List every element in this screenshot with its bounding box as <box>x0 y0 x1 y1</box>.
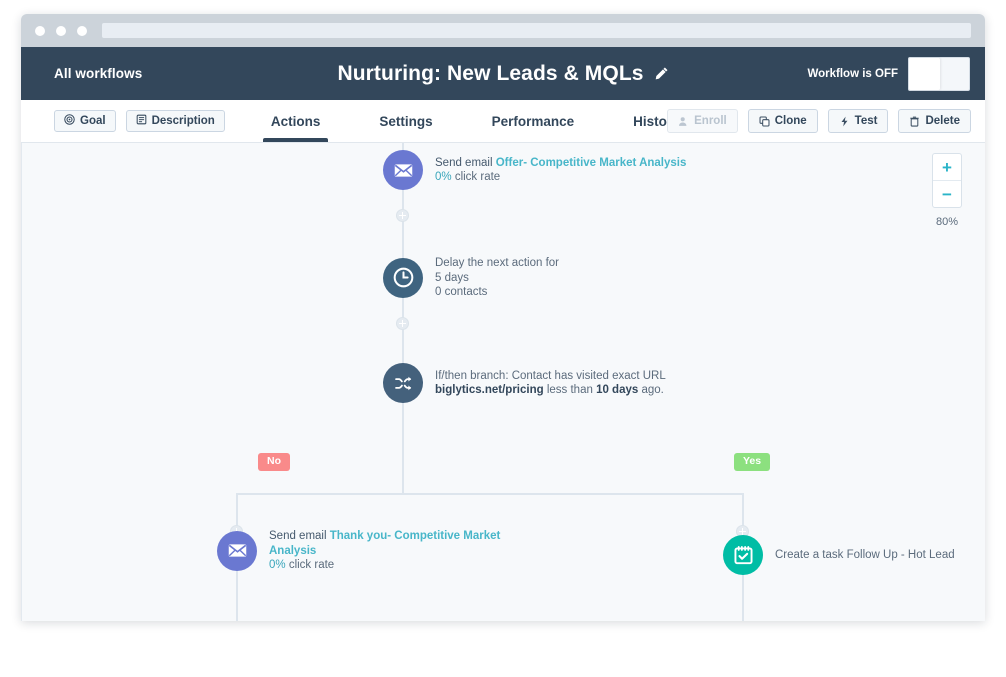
target-icon <box>64 114 75 128</box>
node-3-days: 10 days <box>596 384 639 396</box>
browser-window: All workflows Nurturing: New Leads & MQL… <box>21 14 985 621</box>
zoom-out-button[interactable]: − <box>933 180 961 207</box>
pencil-icon[interactable] <box>654 66 669 81</box>
node-2-line2: 5 days <box>435 271 469 284</box>
node-if-then-branch-text: If/then branch: Contact has visited exac… <box>435 369 666 398</box>
workflow-canvas[interactable]: Send email Offer- Competitive Market Ana… <box>21 143 985 621</box>
node-send-email-thankyou-text: Send email Thank you- Competitive Market… <box>269 529 500 573</box>
tab-settings[interactable]: Settings <box>377 100 434 142</box>
node-3-line2d: ago. <box>638 384 664 396</box>
person-add-icon <box>678 116 689 127</box>
browser-chrome <box>21 14 985 47</box>
description-button-label: Description <box>151 115 215 127</box>
connector-branch-stem <box>402 461 404 493</box>
tab-bar: Goal Description Actions Settings Perfor… <box>21 100 985 143</box>
enroll-button[interactable]: Enroll <box>667 109 738 133</box>
node-4-line1-prefix: Send email <box>269 530 330 542</box>
canvas-left-border <box>21 143 22 621</box>
enroll-button-label: Enroll <box>694 115 727 127</box>
node-send-email-thankyou[interactable]: Send email Thank you- Competitive Market… <box>217 529 500 573</box>
clone-button-label: Clone <box>774 115 807 127</box>
task-checklist-icon <box>723 535 763 575</box>
zoom-in-button[interactable]: + <box>933 154 961 180</box>
node-create-task[interactable]: Create a task Follow Up - Hot Lead <box>723 535 955 575</box>
delete-button[interactable]: Delete <box>898 109 971 133</box>
node-delay-text: Delay the next action for 5 days 0 conta… <box>435 256 559 300</box>
node-2-line1: Delay the next action for <box>435 257 560 269</box>
header-action-buttons: Enroll Clone Test Delete <box>667 109 971 133</box>
node-1-click-rate-value: 0% <box>435 171 452 183</box>
document-icon <box>136 114 147 128</box>
node-4-line1-highlight: Thank you- Competitive Market <box>329 530 501 542</box>
branch-badge-no: No <box>258 453 290 471</box>
node-1-line1-highlight: Offer- Competitive Market Analysis <box>495 156 687 169</box>
window-close-dot-icon[interactable] <box>35 25 45 36</box>
node-3-url: biglytics.net/pricing <box>435 384 544 396</box>
node-1-click-rate-label: click rate <box>451 171 501 183</box>
app-root: All workflows Nurturing: New Leads & MQL… <box>0 0 1006 677</box>
envelope-icon <box>217 530 257 571</box>
trash-icon <box>909 116 920 127</box>
connector-trunk <box>402 143 404 461</box>
app-header: All workflows Nurturing: New Leads & MQL… <box>21 47 985 100</box>
node-2-line3: 0 contacts <box>435 286 488 298</box>
node-delay[interactable]: Delay the next action for 5 days 0 conta… <box>383 256 559 300</box>
envelope-icon <box>383 150 423 190</box>
node-send-email-offer-text: Send email Offer- Competitive Market Ana… <box>435 156 686 185</box>
window-controls <box>35 25 87 36</box>
connector-branch-horizontal <box>236 493 744 495</box>
node-4-click-rate-value: 0% <box>269 559 286 571</box>
lightning-icon <box>839 116 850 127</box>
test-button[interactable]: Test <box>827 109 889 133</box>
zoom-controls: + − 80% <box>932 153 962 228</box>
node-4-click-rate-label: click rate <box>285 559 335 571</box>
tab-performance[interactable]: Performance <box>490 100 577 142</box>
window-maximize-dot-icon[interactable] <box>77 25 87 36</box>
clock-icon <box>383 257 423 298</box>
node-5-line1: Create a task Follow Up - Hot Lead <box>775 548 955 561</box>
node-3-line1: If/then branch: Contact has visited exac… <box>435 369 666 382</box>
test-button-label: Test <box>854 115 878 127</box>
zoom-button-group: + − <box>932 153 962 208</box>
clone-button[interactable]: Clone <box>747 109 818 133</box>
window-minimize-dot-icon[interactable] <box>56 25 66 36</box>
all-workflows-link[interactable]: All workflows <box>54 66 142 81</box>
node-3-line2b: less than <box>543 384 597 396</box>
workflow-toggle-group: Workflow is OFF <box>807 56 970 91</box>
workflow-state-label: Workflow is OFF <box>807 67 898 80</box>
goal-button-label: Goal <box>80 115 106 127</box>
add-step-dot-1[interactable] <box>396 209 409 222</box>
workflow-toggle[interactable] <box>908 56 970 91</box>
node-create-task-text: Create a task Follow Up - Hot Lead <box>775 548 955 563</box>
node-if-then-branch[interactable]: If/then branch: Contact has visited exac… <box>383 363 666 403</box>
delete-button-label: Delete <box>925 115 960 127</box>
node-4-line2-highlight: Analysis <box>269 544 317 557</box>
copy-icon <box>759 116 770 127</box>
toggle-knob <box>909 57 940 90</box>
branch-badge-yes: Yes <box>734 453 771 471</box>
node-send-email-offer[interactable]: Send email Offer- Competitive Market Ana… <box>383 150 686 190</box>
address-bar[interactable] <box>102 23 971 38</box>
add-step-dot-2[interactable] <box>396 317 409 330</box>
node-1-line1-prefix: Send email <box>435 156 496 169</box>
page-title: Nurturing: New Leads & MQLs <box>337 61 644 85</box>
shuffle-icon <box>383 363 423 403</box>
goal-button[interactable]: Goal <box>54 110 116 132</box>
zoom-level-label: 80% <box>935 216 959 228</box>
tab-actions[interactable]: Actions <box>262 100 328 142</box>
description-button[interactable]: Description <box>125 110 225 132</box>
